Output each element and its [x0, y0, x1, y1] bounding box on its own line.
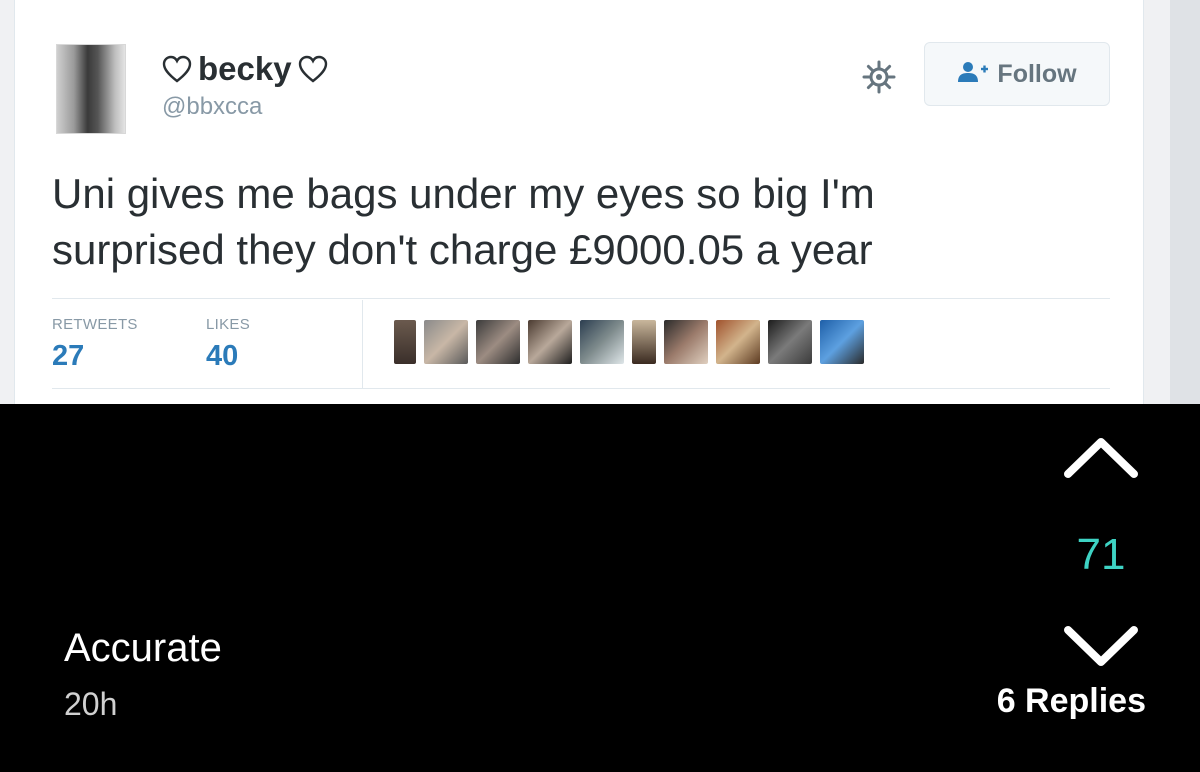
stats-divider-bottom [52, 388, 1110, 389]
heart-outline-icon [162, 55, 192, 83]
gear-icon[interactable] [862, 60, 896, 94]
liker-avatar[interactable] [768, 320, 812, 364]
retweets-count[interactable]: 27 [52, 340, 84, 373]
tweet-screenshot: becky @bbxcca Follow Uni gives me bags u… [0, 0, 1200, 404]
liker-avatars [394, 320, 864, 364]
background-strip [1170, 0, 1200, 404]
replies-link[interactable]: 6 Replies [900, 682, 1146, 721]
likes-count[interactable]: 40 [206, 340, 238, 373]
add-user-icon [957, 61, 989, 88]
liker-avatar[interactable] [394, 320, 416, 364]
upvote-chevron-up-icon[interactable] [1062, 432, 1140, 482]
display-name: becky [198, 50, 292, 87]
tweet-text: Uni gives me bags under my eyes so big I… [52, 166, 1052, 278]
liker-avatar[interactable] [424, 320, 468, 364]
post-timestamp: 20h [64, 686, 118, 722]
follow-label: Follow [997, 59, 1077, 88]
post-panel: 71 Accurate 20h 6 Replies [0, 404, 1200, 772]
tweet-text-line: surprised they don't charge £9000.05 a y… [52, 226, 873, 273]
liker-avatar[interactable] [476, 320, 520, 364]
stats-divider-top [52, 298, 1110, 299]
liker-avatar[interactable] [580, 320, 624, 364]
display-name-row[interactable]: becky [162, 50, 328, 88]
retweets-label: RETWEETS [52, 316, 138, 333]
user-handle[interactable]: @bbxcca [162, 93, 262, 121]
tweet-text-line: Uni gives me bags under my eyes so big I… [52, 170, 875, 217]
heart-outline-icon [298, 55, 328, 83]
downvote-chevron-down-icon[interactable] [1062, 622, 1140, 672]
liker-avatar[interactable] [528, 320, 572, 364]
vote-score: 71 [1076, 530, 1126, 579]
liker-avatar[interactable] [716, 320, 760, 364]
liker-avatar[interactable] [820, 320, 864, 364]
likes-label: LIKES [206, 316, 251, 333]
liker-avatar[interactable] [664, 320, 708, 364]
profile-avatar[interactable] [56, 44, 126, 134]
liker-avatar[interactable] [632, 320, 656, 364]
stats-divider-vertical [362, 300, 363, 388]
follow-button[interactable]: Follow [924, 42, 1110, 106]
post-caption: Accurate [64, 626, 222, 670]
